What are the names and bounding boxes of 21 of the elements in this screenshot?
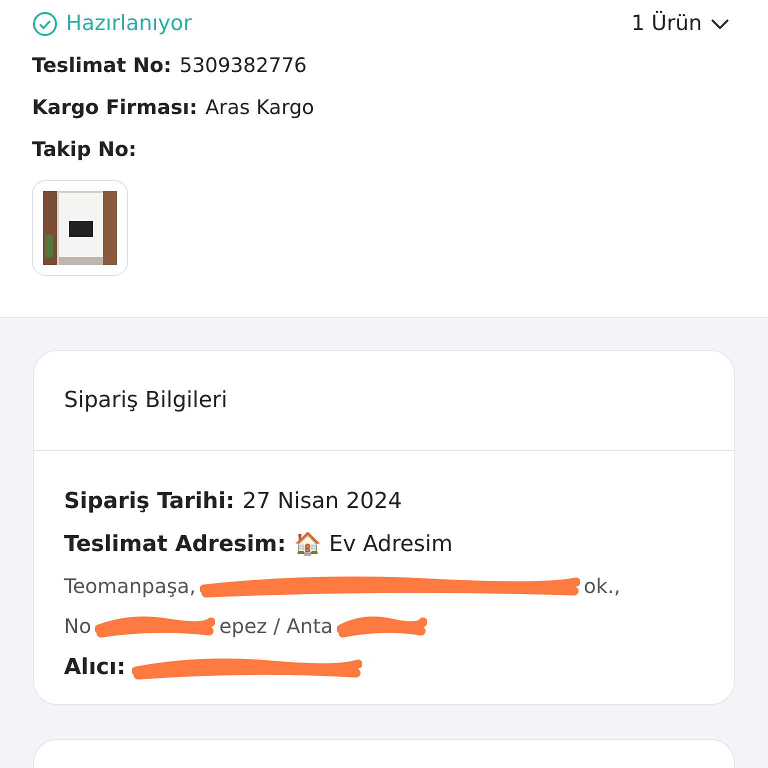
field-label: Kargo Firması:	[32, 94, 198, 120]
item-count-toggle[interactable]: 1 Ürün	[631, 8, 730, 40]
status-text: Hazırlanıyor	[66, 10, 192, 38]
house-emoji-icon: 🏠	[294, 528, 322, 561]
field-label: Alıcı:	[64, 654, 126, 682]
address-text: ok.,	[584, 573, 620, 600]
field-value: Aras Kargo	[205, 94, 314, 120]
address-text: No	[64, 613, 92, 640]
field-label: Teslimat No:	[32, 52, 172, 78]
card-title: Sipariş Bilgileri	[64, 387, 228, 415]
address-text: epez / Anta	[219, 613, 333, 640]
chevron-down-icon	[710, 18, 730, 30]
field-value: 5309382776	[180, 52, 307, 78]
field-label: Takip No:	[32, 136, 136, 162]
check-circle-icon	[32, 11, 58, 37]
address-text: Teomanpaşa,	[64, 573, 196, 600]
field-label: Teslimat Adresim:	[64, 531, 286, 559]
field-label: Sipariş Tarihi:	[64, 488, 235, 516]
field-value: 27 Nisan 2024	[242, 488, 402, 516]
address-name: Ev Adresim	[329, 531, 453, 559]
product-thumbnail[interactable]	[32, 180, 128, 276]
